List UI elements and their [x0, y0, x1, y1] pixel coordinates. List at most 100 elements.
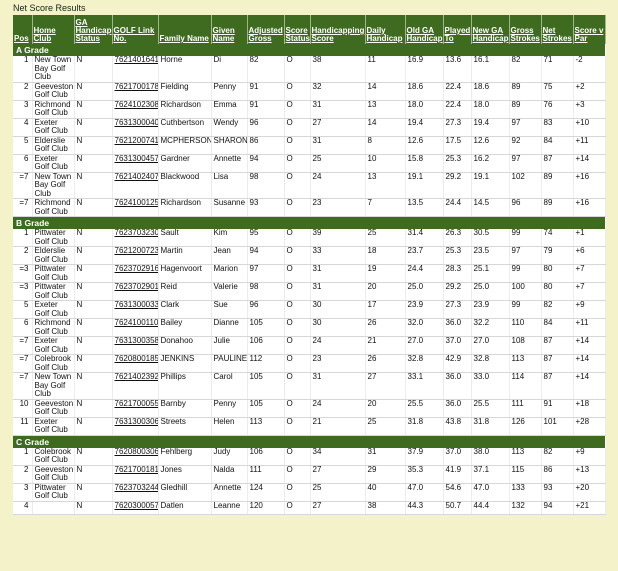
golf-link-number[interactable]: 7631300306 [112, 417, 159, 436]
daily-handicap-cell: 38 [365, 501, 406, 515]
daily-handicap-cell: 26 [365, 318, 406, 337]
golf-link-number[interactable]: 7620800306 [112, 447, 159, 466]
golf-link-number[interactable]: 7623703230 [112, 229, 159, 247]
golf-link-number[interactable]: 7621200741 [112, 136, 159, 155]
family-name-cell: Phillips [158, 372, 212, 400]
pos-cell: =7 [13, 172, 33, 199]
given-name-cell: Leanne [211, 501, 248, 515]
given-name-cell: Penny [211, 82, 248, 101]
club-cell: Richmond Golf Club [32, 100, 75, 119]
score-v-par-cell: +3 [573, 100, 606, 119]
golf-link-number[interactable]: 7624100125 [112, 198, 159, 217]
net-strokes-cell: 80 [541, 264, 574, 283]
new-ga-handicap-cell: 30.5 [471, 229, 510, 247]
golf-link-number[interactable]: 7631300457 [112, 154, 159, 173]
col-daily-handicap[interactable]: Daily Handicap [365, 15, 406, 44]
table-row: 3 Pittwater Golf Club N 7623703244 Gledhill A… [13, 483, 606, 502]
col-adjusted-gross[interactable]: Adjusted Gross [247, 15, 285, 44]
score-v-par-cell: +18 [573, 399, 606, 418]
score-status-cell: O [284, 336, 311, 355]
col-family-name[interactable]: Family Name [158, 15, 212, 44]
col-net-strokes[interactable]: Net Strokes [541, 15, 574, 44]
col-pos[interactable]: Pos [13, 15, 33, 44]
new-ga-handicap-cell: 33.0 [471, 372, 510, 400]
score-v-par-cell: +11 [573, 136, 606, 155]
new-ga-handicap-cell: 47.0 [471, 483, 510, 502]
net-strokes-cell: 80 [541, 282, 574, 301]
grade-header-row: A Grade [13, 44, 605, 56]
net-strokes-cell: 82 [541, 447, 574, 466]
club-cell: Exeter Golf Club [32, 336, 75, 355]
golf-link-number[interactable]: 7631300040 [112, 118, 159, 137]
daily-handicap-cell: 14 [365, 118, 406, 137]
old-ga-handicap-cell: 27.0 [405, 336, 444, 355]
col-old-ga-handicap[interactable]: Old GA Handicap [405, 15, 444, 44]
adjusted-gross-cell: 105 [247, 372, 285, 400]
col-score-v-par[interactable]: Score v Par [573, 15, 606, 44]
net-strokes-cell: 87 [541, 336, 574, 355]
golf-link-number[interactable]: 7631300033 [112, 300, 159, 319]
net-strokes-cell: 93 [541, 483, 574, 502]
pos-cell: 1 [13, 229, 33, 247]
played-to-cell: 36.0 [443, 372, 472, 400]
golf-link-number[interactable]: 7621402392 [112, 372, 159, 400]
col-ga-status[interactable]: GA Handicap Status [74, 15, 113, 44]
golf-link-number[interactable]: 7620300057 [112, 501, 159, 515]
col-played-to[interactable]: Played To [443, 15, 472, 44]
family-name-cell: Richardson [158, 100, 212, 119]
col-golf-link[interactable]: GOLF Link No. [112, 15, 159, 44]
played-to-cell: 24.4 [443, 198, 472, 217]
club-cell: Pittwater Golf Club [32, 229, 75, 247]
score-v-par-cell: +14 [573, 354, 606, 373]
col-new-ga-handicap[interactable]: New GA Handicap [471, 15, 510, 44]
col-gross-strokes[interactable]: Gross Strokes [509, 15, 542, 44]
table-row: =7 Exeter Golf Club N 7631300358 Donahoo Juli… [13, 336, 606, 355]
given-name-cell: Helen [211, 417, 248, 436]
score-status-cell: O [284, 465, 311, 484]
pos-cell: =7 [13, 354, 33, 373]
pos-cell: 2 [13, 246, 33, 265]
given-name-cell: Emma [211, 100, 248, 119]
golf-link-number[interactable]: 7623702901 [112, 282, 159, 301]
golf-link-number[interactable]: 7621700055 [112, 399, 159, 418]
daily-handicap-cell: 8 [365, 136, 406, 155]
score-status-cell: O [284, 399, 311, 418]
golf-link-number[interactable]: 7621401641 [112, 56, 159, 83]
adjusted-gross-cell: 112 [247, 354, 285, 373]
golf-link-number[interactable]: 7621700178 [112, 82, 159, 101]
golf-link-number[interactable]: 7621700181 [112, 465, 159, 484]
old-ga-handicap-cell: 16.9 [405, 56, 444, 83]
gross-strokes-cell: 110 [509, 318, 542, 337]
new-ga-handicap-cell: 16.2 [471, 154, 510, 173]
given-name-cell: Annette [211, 483, 248, 502]
handicapping-score-cell: 27 [310, 465, 366, 484]
golf-link-number[interactable]: 7620800185 [112, 354, 159, 373]
golf-link-number[interactable]: 7623703244 [112, 483, 159, 502]
given-name-cell: Kim [211, 229, 248, 247]
table-row: 1 New Town Bay Golf Club N 7621401641 Horne D… [13, 56, 606, 83]
handicapping-score-cell: 31 [310, 372, 366, 400]
club-cell: Colebrook Golf Club [32, 354, 75, 373]
golf-link-number[interactable]: 7623702916 [112, 264, 159, 283]
gross-strokes-cell: 92 [509, 136, 542, 155]
golf-link-number[interactable]: 7621402407 [112, 172, 159, 199]
played-to-cell: 27.3 [443, 300, 472, 319]
col-home-club[interactable]: Home Club [32, 15, 75, 44]
adjusted-gross-cell: 91 [247, 100, 285, 119]
ga-status-cell: N [74, 501, 113, 515]
played-to-cell: 22.4 [443, 82, 472, 101]
played-to-cell: 29.2 [443, 172, 472, 199]
col-score-status[interactable]: Score Status [284, 15, 311, 44]
col-given-name[interactable]: Given Name [211, 15, 248, 44]
golf-link-number[interactable]: 7624102308 [112, 100, 159, 119]
pos-cell: =3 [13, 264, 33, 283]
col-handicapping-score[interactable]: Handicapping Score [310, 15, 366, 44]
golf-link-number[interactable]: 7621200723 [112, 246, 159, 265]
table-row: 11 Exeter Golf Club N 7631300306 Streets Hele… [13, 417, 606, 436]
new-ga-handicap-cell: 23.9 [471, 300, 510, 319]
score-status-cell: O [284, 56, 311, 83]
new-ga-handicap-cell: 12.6 [471, 136, 510, 155]
golf-link-number[interactable]: 7624100110 [112, 318, 159, 337]
golf-link-number[interactable]: 7631300358 [112, 336, 159, 355]
grade-title: A Grade [13, 44, 605, 56]
